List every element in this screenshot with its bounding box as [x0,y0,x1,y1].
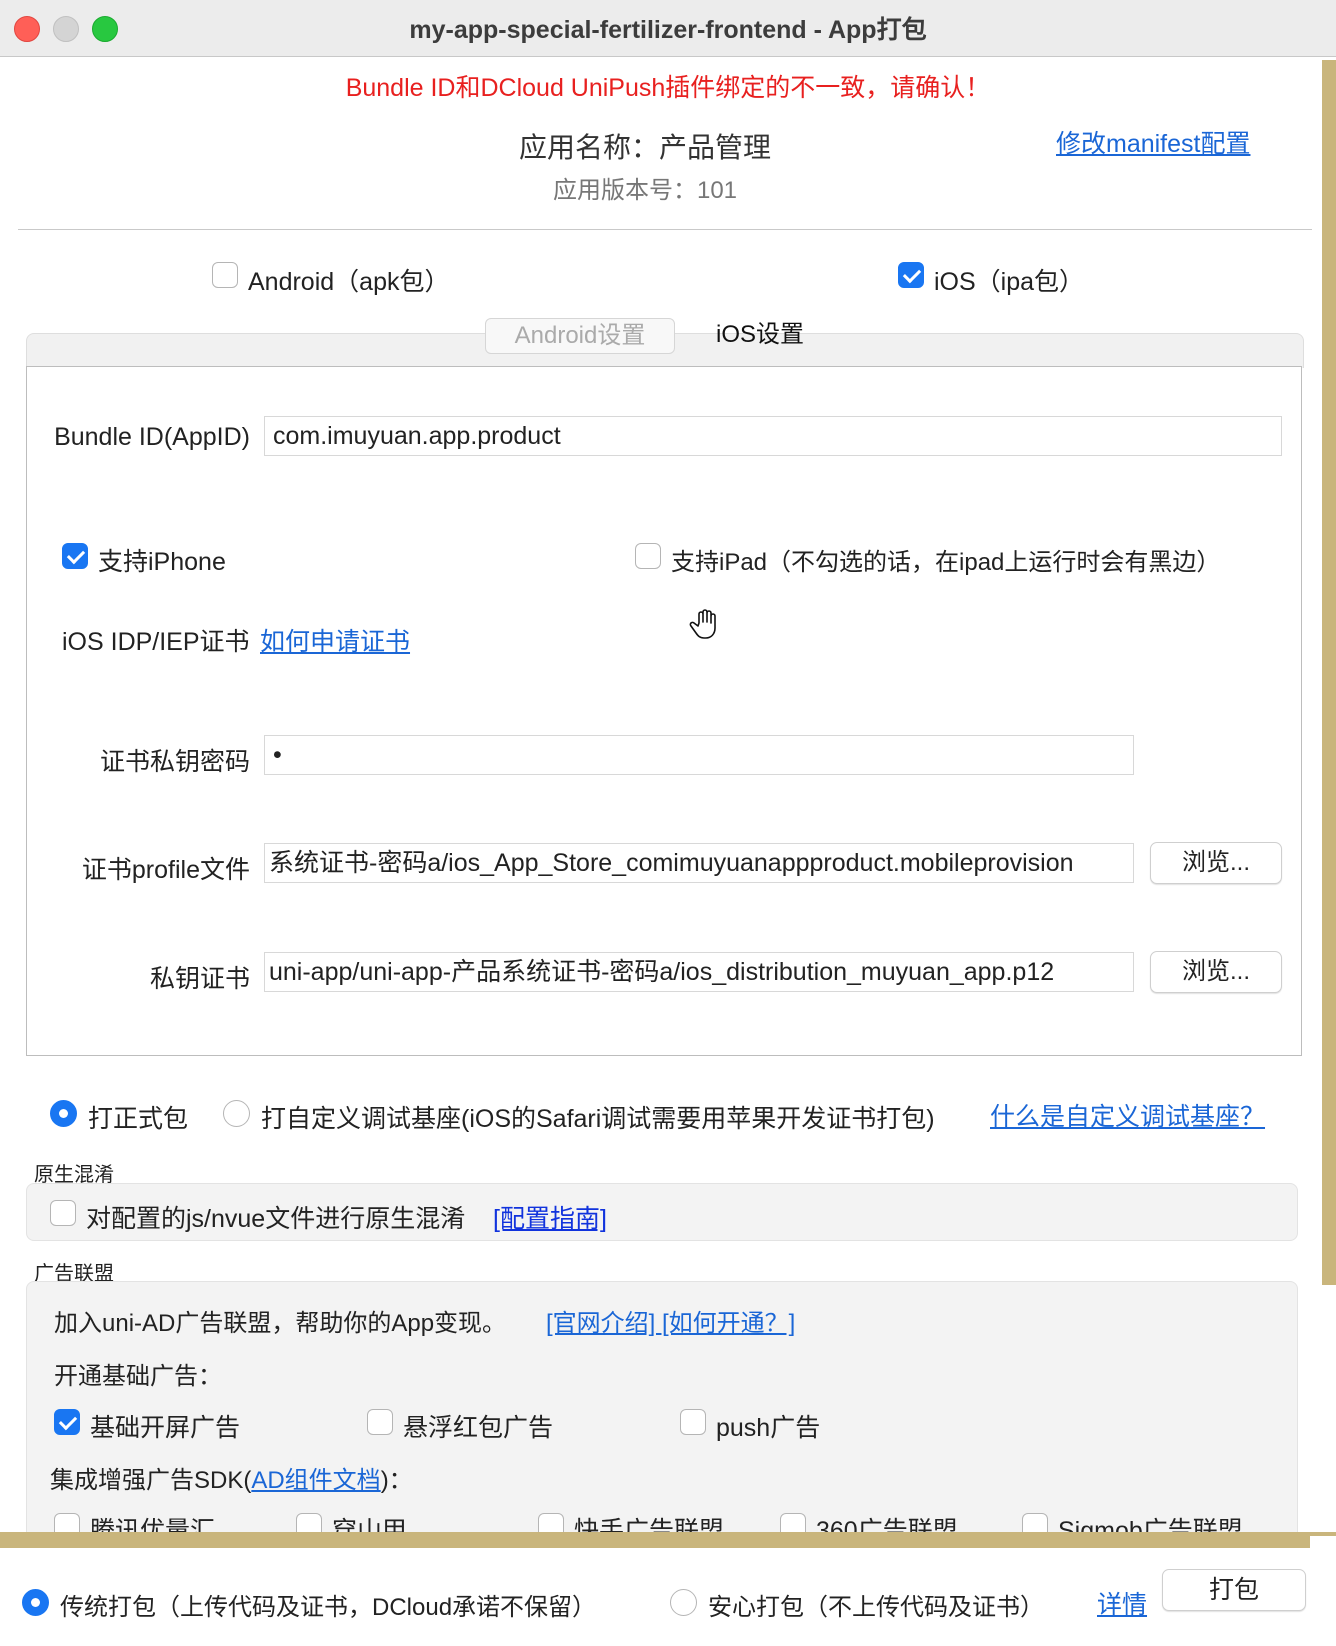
tab-android-settings[interactable]: Android设置 [485,318,675,354]
android-checkbox[interactable] [212,262,238,288]
bundle-id-label: Bundle ID(AppID) [54,423,250,451]
ads-sdk-title-prefix: 集成增强广告SDK( [50,1467,252,1494]
cert-password-input[interactable]: • [264,735,1134,775]
ad-sdk-360-label: 360广告联盟 [816,1517,958,1532]
private-key-input[interactable]: uni-app/uni-app-产品系统证书-密码a/ios_distribut… [264,952,1134,992]
profile-file-input[interactable]: 系统证书-密码a/ios_App_Store_comimuyuanappprod… [264,843,1134,883]
ads-intro-links[interactable]: [官网介绍] [如何开通？] [546,1303,795,1338]
horizontal-scroll-strip-edge [1310,1532,1336,1536]
ios-label: iOS（ipa包） [934,268,1085,296]
ad-sdk-kuaishou-checkbox[interactable] [538,1513,564,1532]
hand-pointer-icon [688,606,724,642]
title-bar: my-app-special-fertilizer-frontend - App… [0,0,1336,57]
traditional-pack-radio[interactable] [22,1589,49,1616]
custom-base-label: 打自定义调试基座(iOS的Safari调试需要用苹果开发证书打包) [261,1105,935,1133]
ads-basic-title: 开通基础广告： [54,1363,222,1390]
ad-floating-redpacket-checkbox[interactable] [367,1409,393,1435]
scroll-strip [1322,60,1336,1285]
ad-push-checkbox[interactable] [680,1409,706,1435]
app-version: 应用版本号：101 [552,177,738,204]
release-build-label: 打正式包 [88,1105,189,1133]
ads-sdk-title: 集成增强广告SDK(AD组件文档)： [50,1460,413,1495]
android-label: Android（apk包） [248,268,450,296]
browse-private-key-button[interactable]: 浏览... [1150,951,1282,993]
app-name: 应用名称：产品管理 [518,132,771,163]
bundle-id-input[interactable]: com.imuyuan.app.product [264,416,1282,456]
profile-file-value: 系统证书-密码a/ios_App_Store_comimuyuanappprod… [269,849,1074,877]
ios-cert-label: iOS IDP/IEP证书 [62,628,250,656]
ad-sdk-tencent-checkbox[interactable] [54,1513,80,1532]
cert-help-link[interactable]: 如何申请证书 [260,622,410,658]
ads-intro: 加入uni-AD广告联盟，帮助你的App变现。 [54,1310,507,1337]
obfuscation-guide-link[interactable]: [配置指南] [493,1199,607,1235]
ad-sdk-sigmob-checkbox[interactable] [1022,1513,1048,1532]
ad-floating-redpacket-label: 悬浮红包广告 [403,1414,554,1442]
cert-password-label: 证书私钥密码 [99,748,250,776]
ad-sdk-csj-label: 穿山甲 [332,1517,408,1532]
safe-pack-radio[interactable] [670,1589,697,1616]
ad-basic-splash-label: 基础开屏广告 [90,1414,241,1442]
release-build-radio[interactable] [50,1100,77,1127]
profile-label: 证书profile文件 [81,856,250,884]
ad-sdk-360-checkbox[interactable] [780,1513,806,1532]
ad-basic-splash-checkbox[interactable] [54,1409,80,1435]
ad-sdk-doc-link[interactable]: AD组件文档 [251,1467,380,1494]
ios-checkbox[interactable] [898,262,924,288]
safe-pack-label: 安心打包（不上传代码及证书） [708,1594,1044,1621]
ads-sdk-title-suffix: )： [380,1467,413,1494]
details-link[interactable]: 详情 [1097,1585,1147,1621]
pack-button[interactable]: 打包 [1162,1569,1306,1611]
ad-sdk-csj-checkbox[interactable] [296,1513,322,1532]
private-key-label: 私钥证书 [149,965,250,993]
browse-profile-button[interactable]: 浏览... [1150,842,1282,884]
support-iphone-checkbox[interactable] [62,543,88,569]
support-iphone-label: 支持iPhone [98,548,226,576]
horizontal-scroll-strip [0,1532,1310,1548]
divider [18,229,1312,230]
obfuscation-checkbox[interactable] [50,1200,76,1226]
window-title: my-app-special-fertilizer-frontend - App… [409,16,927,44]
support-ipad-checkbox[interactable] [635,543,661,569]
ad-sdk-kuaishou-label: 快手广告联盟 [574,1517,725,1532]
ads-sdk-row: 腾讯优量汇 穿山甲 快手广告联盟 360广告联盟 Sigmob广告联盟 [26,1505,1298,1532]
ad-push-label: push广告 [716,1414,821,1442]
support-ipad-label: 支持iPad（不勾选的话，在ipad上运行时会有黑边） [671,549,1221,576]
ad-sdk-tencent-label: 腾讯优量汇 [90,1517,216,1532]
ad-sdk-sigmob-label: Sigmob广告联盟 [1058,1517,1243,1532]
traditional-pack-label: 传统打包（上传代码及证书，DCloud承诺不保留） [60,1594,597,1621]
tab-ios-settings[interactable]: iOS设置 [690,318,830,354]
custom-base-help-link[interactable]: 什么是自定义调试基座？ [990,1097,1265,1133]
obfuscation-label: 对配置的js/nvue文件进行原生混淆 [86,1205,466,1233]
bundle-id-warning: Bundle ID和DCloud UniPush插件绑定的不一致，请确认！ [345,74,991,102]
edit-manifest-link[interactable]: 修改manifest配置 [1056,124,1250,160]
custom-base-radio[interactable] [223,1100,250,1127]
